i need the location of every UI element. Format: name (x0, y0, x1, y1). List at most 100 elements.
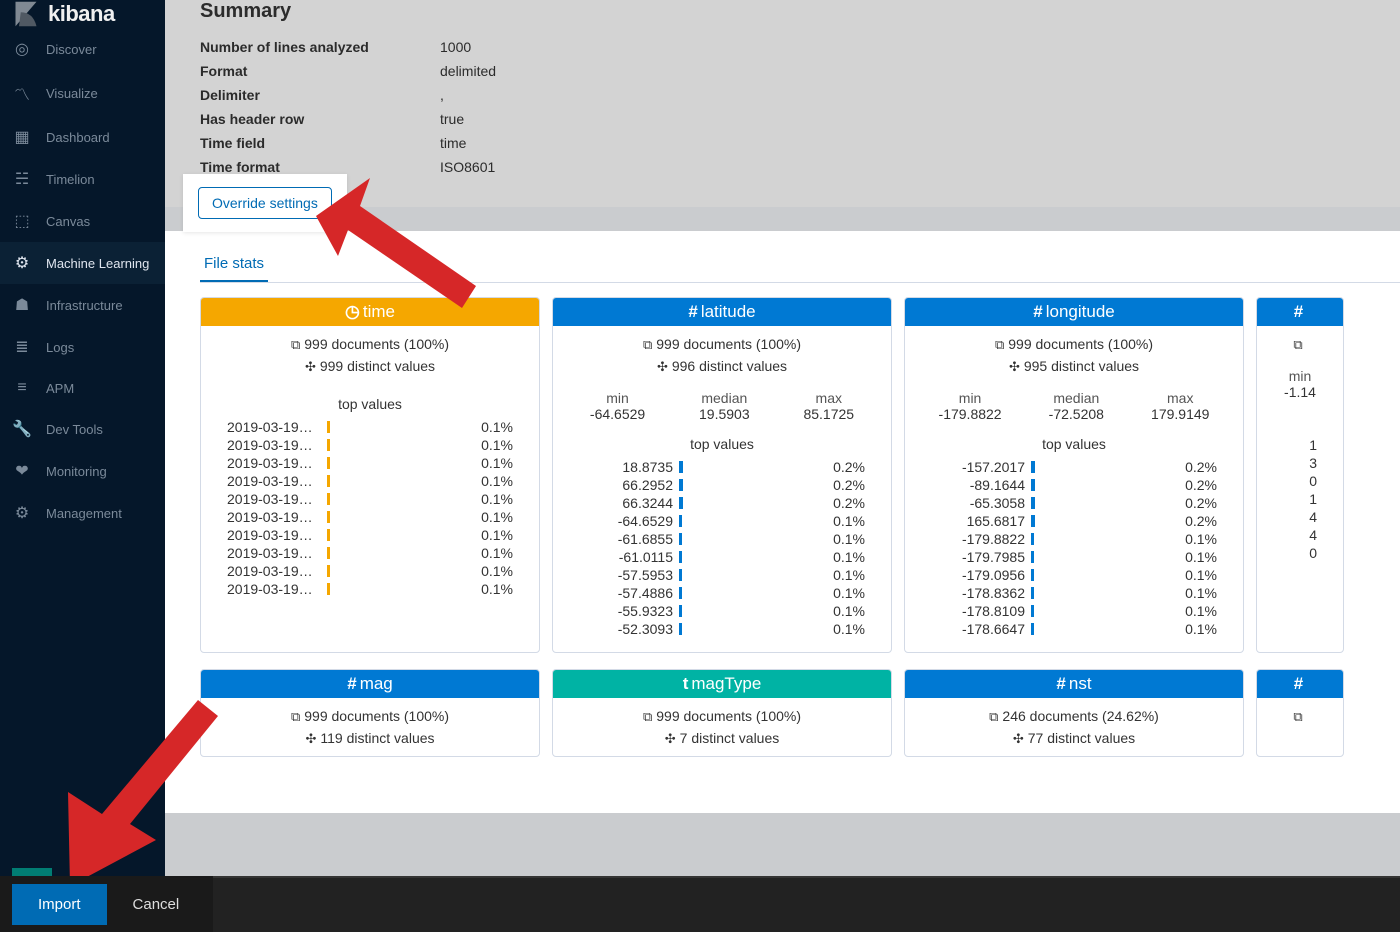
top-value-row: -65.30580.2% (931, 494, 1217, 512)
distinct-icon: ✣ (305, 731, 316, 746)
distinct-count: ✣996 distinct values (561, 358, 883, 375)
summary-row: Has header rowtrue (200, 107, 1365, 131)
stat-max: max179.9149 (1151, 390, 1209, 422)
kibana-logo-icon (12, 0, 40, 28)
top-value-row: 2019-03-19T0...0.1% (227, 508, 513, 526)
card-meta: ⧉ (1257, 698, 1343, 734)
card-header: ◷time (201, 298, 539, 326)
summary-label: Time field (200, 135, 440, 151)
documents-count: ⧉ (1265, 336, 1335, 353)
documents-icon: ⧉ (291, 337, 300, 352)
nav-item-management[interactable]: ⚙Management (0, 492, 165, 534)
documents-icon: ⧉ (989, 709, 998, 724)
top-value-row: 2019-03-19T0...0.1% (227, 472, 513, 490)
nav-item-discover[interactable]: ◎ Discover (0, 28, 165, 70)
top-value-row: 4 (1283, 526, 1317, 544)
documents-icon: ⧉ (643, 709, 652, 724)
logs-icon: ≣ (12, 337, 32, 357)
summary-value: true (440, 111, 464, 127)
nav-label: Logs (46, 340, 74, 355)
wrench-icon: 🔧 (12, 419, 32, 439)
distinct-icon: ✣ (305, 359, 316, 374)
card-header: #nst (905, 670, 1243, 698)
field-card-gap_cut: #⧉ (1256, 669, 1344, 757)
nav-label: Visualize (46, 86, 98, 101)
card-header: tmagType (553, 670, 891, 698)
t-type-icon: t (683, 674, 689, 693)
summary-value: ISO8601 (440, 159, 495, 175)
hash-type-icon: # (688, 302, 697, 321)
nav-label: Timelion (46, 172, 95, 187)
top-value-row: 2019-03-19T0...0.1% (227, 580, 513, 598)
top-value-row: -179.09560.1% (931, 566, 1217, 584)
card-header: # (1257, 670, 1343, 698)
top-value-row: -89.16440.2% (931, 476, 1217, 494)
top-value-row: 66.32440.2% (579, 494, 865, 512)
documents-count: ⧉999 documents (100%) (209, 708, 531, 725)
stat-max: max85.1725 (803, 390, 854, 422)
summary-row: Time formatISO8601 (200, 155, 1365, 179)
distinct-count: ✣7 distinct values (561, 730, 883, 747)
stat-min: min-1.14 (1284, 368, 1316, 400)
nav-label: Discover (46, 42, 97, 57)
compass-icon: ◎ (12, 39, 32, 59)
timelion-icon: ☵ (12, 169, 32, 189)
field-card-latitude: #latitude⧉999 documents (100%)✣996 disti… (552, 297, 892, 653)
distinct-count: ✣995 distinct values (913, 358, 1235, 375)
top-value-row: 2019-03-19T0...0.1% (227, 454, 513, 472)
nav-label: Machine Learning (46, 256, 149, 271)
card-meta: ⧉999 documents (100%) ✣995 distinct value… (905, 326, 1243, 384)
summary-value: time (440, 135, 466, 151)
top-values-title: top values (201, 396, 539, 412)
summary-label: Has header row (200, 111, 440, 127)
import-button[interactable]: Import (12, 884, 107, 925)
nav-item-dashboard[interactable]: ▦Dashboard (0, 116, 165, 158)
top-value-row: -64.65290.1% (579, 512, 865, 530)
nav-item-dev-tools[interactable]: 🔧Dev Tools (0, 408, 165, 450)
nav-item-machine-learning[interactable]: ⚙Machine Learning (0, 242, 165, 284)
top-value-row: 0 (1283, 544, 1317, 562)
nav-item-infrastructure[interactable]: ☗Infrastructure (0, 284, 165, 326)
nav-item-canvas[interactable]: ⬚Canvas (0, 200, 165, 242)
field-card-depth_cut: #⧉ min-1.141301440 (1256, 297, 1344, 653)
documents-count: ⧉999 documents (100%) (913, 336, 1235, 353)
summary-section: Summary Number of lines analyzed1000Form… (165, 0, 1400, 207)
nav-item-apm[interactable]: ≡APM (0, 368, 165, 408)
distinct-count: ✣119 distinct values (209, 730, 531, 747)
stat-summary: min-179.8822median-72.5208max179.9149 (905, 384, 1243, 424)
top-value-row: 2019-03-19T0...0.1% (227, 544, 513, 562)
field-card-time: ◷time⧉999 documents (100%)✣999 distinct … (200, 297, 540, 653)
documents-count: ⧉999 documents (100%) (561, 708, 883, 725)
stat-summary: min-1.14 (1257, 362, 1343, 402)
top-value-row: -55.93230.1% (579, 602, 865, 620)
top-value-row: -52.30930.1% (579, 620, 865, 638)
tab-file-stats[interactable]: File stats (200, 247, 268, 282)
chart-icon: 〽 (12, 81, 32, 105)
top-value-row: 2019-03-19T0...0.1% (227, 526, 513, 544)
card-header: # (1257, 298, 1343, 326)
nav-label: Infrastructure (46, 298, 123, 313)
override-settings-button[interactable]: Override settings (198, 187, 332, 219)
canvas-icon: ⬚ (12, 211, 32, 231)
sidebar-collapse-tab[interactable] (12, 868, 52, 876)
summary-label: Format (200, 63, 440, 79)
cancel-button[interactable]: Cancel (107, 884, 206, 925)
nav-item-logs[interactable]: ≣ Logs (0, 326, 165, 368)
top-value-row: -157.20170.2% (931, 458, 1217, 476)
nav-label: APM (46, 381, 74, 396)
nav-item-timelion[interactable]: ☵ Timelion (0, 158, 165, 200)
summary-row: Delimiter, (200, 83, 1365, 107)
clock-type-icon: ◷ (345, 302, 360, 321)
top-value-row: 1 (1283, 436, 1317, 454)
top-value-row: -61.01150.1% (579, 548, 865, 566)
card-meta: ⧉246 documents (24.62%)✣77 distinct valu… (905, 698, 1243, 756)
hash-type-icon: # (1033, 302, 1042, 321)
nav-item-monitoring[interactable]: ❤Monitoring (0, 450, 165, 492)
stat-summary: min-64.6529median19.5903max85.1725 (553, 384, 891, 424)
stat-min: min-179.8822 (939, 390, 1002, 422)
main: Summary Number of lines analyzed1000Form… (165, 0, 1400, 932)
top-value-row: -179.79850.1% (931, 548, 1217, 566)
top-values-list: 18.87350.2%66.29520.2%66.32440.2%-64.652… (553, 458, 891, 652)
top-value-row: 4 (1283, 508, 1317, 526)
nav-item-visualize[interactable]: 〽 Visualize (0, 70, 165, 116)
